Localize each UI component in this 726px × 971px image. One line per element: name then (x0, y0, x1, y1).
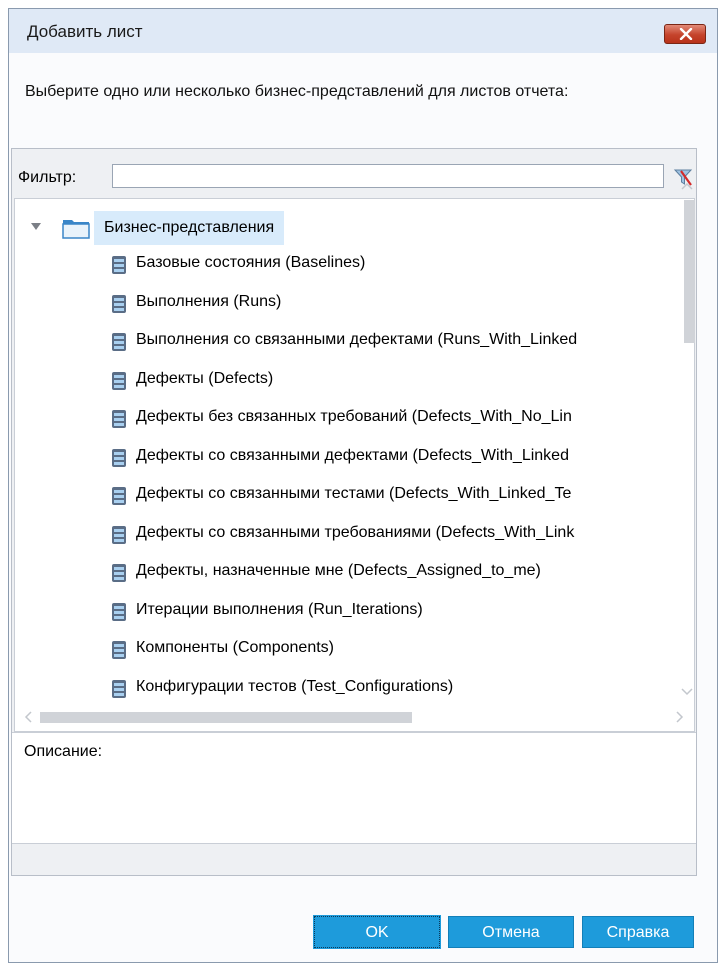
scroll-up-icon[interactable] (681, 182, 693, 190)
help-button[interactable]: Справка (582, 916, 694, 948)
scroll-right-icon[interactable] (676, 711, 684, 723)
tree-root-label[interactable]: Бизнес-представления (94, 211, 285, 245)
dialog-title: Добавить лист (27, 22, 143, 41)
filter-label: Фильтр: (18, 169, 77, 186)
tree-item-label: Дефекты, назначенные мне (Defects_Assign… (136, 562, 541, 579)
tree-item-label: Конфигурации тестов (Test_Configurations… (136, 677, 454, 695)
business-view-icon (112, 641, 126, 659)
close-icon (679, 28, 693, 40)
business-view-icon (112, 525, 126, 544)
horizontal-scroll-thumb[interactable] (40, 712, 412, 723)
business-view-icon (112, 602, 126, 621)
description-label: Описание: (24, 743, 103, 760)
close-button[interactable] (664, 24, 706, 44)
tree-item-label: Выполнения со связанными дефектами (Runs… (136, 331, 578, 348)
filter-input[interactable] (112, 164, 664, 188)
cancel-button[interactable]: Отмена (448, 916, 574, 948)
business-view-icon (112, 256, 126, 274)
business-view-icon (112, 371, 126, 390)
ok-button[interactable]: OK (313, 915, 441, 949)
scroll-left-icon[interactable] (24, 711, 32, 723)
tree-item-label: Компоненты (Components) (136, 639, 334, 656)
business-views-tree[interactable]: Бизнес-представления Базовые состояния (… (14, 198, 695, 732)
tree-item-label: Дефекты со связанными дефектами (Defects… (136, 446, 569, 464)
description-panel: Описание: (12, 732, 696, 844)
business-view-icon (112, 564, 126, 582)
tree-item-label: Дефекты со связанными тестами (Defects_W… (136, 485, 572, 502)
business-view-icon (112, 487, 126, 505)
expand-arrow-icon[interactable] (31, 223, 41, 231)
tree-item-label: Дефекты со связанными требованиями (Defe… (136, 523, 575, 541)
title-bar[interactable]: Добавить лист (9, 9, 717, 53)
tree-item-label: Итерации выполнения (Run_Iterations) (136, 600, 423, 618)
business-view-icon (112, 448, 126, 467)
tree-item-label: Выполнения (Runs) (136, 292, 282, 310)
tree-item-label: Базовые состояния (Baselines) (136, 254, 366, 271)
business-view-icon (112, 410, 126, 428)
filter-bar: Фильтр: (14, 162, 694, 192)
business-view-icon (112, 294, 126, 313)
tree-item-label: Дефекты без связанных требований (Defect… (136, 408, 572, 425)
tree-item-label: Дефекты (Defects) (136, 369, 274, 387)
business-view-icon (112, 679, 126, 698)
business-view-icon (112, 333, 126, 351)
folder-icon (62, 220, 90, 239)
instruction-text: Выберите одно или несколько бизнес-предс… (25, 83, 569, 100)
vertical-scroll-thumb[interactable] (684, 200, 695, 343)
scroll-down-icon[interactable] (681, 688, 693, 696)
